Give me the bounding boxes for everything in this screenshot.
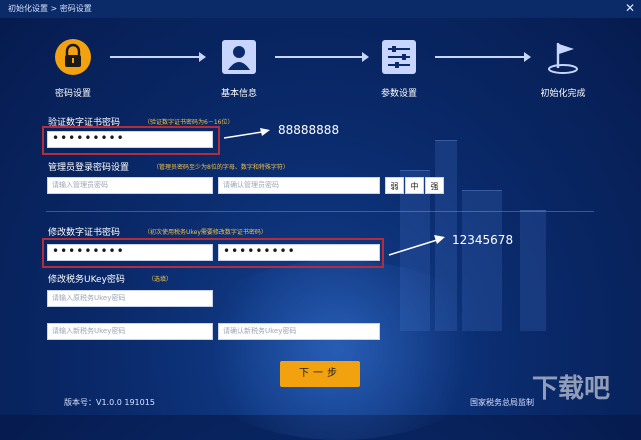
step-label-done: 初始化完成 [540, 89, 586, 99]
window-title: 初始化设置 > 密码设置 [8, 4, 92, 13]
section-divider [46, 211, 594, 212]
step-2-icon-wrap [220, 38, 258, 79]
step-arrow [110, 52, 206, 62]
verify-cert-hint: （验证数字证书密码为6－16位） [144, 119, 234, 126]
annotation-cert-password: 88888888 [278, 123, 340, 137]
flag-icon [548, 43, 578, 74]
step-label-password: 密码设置 [54, 89, 91, 99]
original-ukey-password-input[interactable]: 请输入原税务Ukey密码 [47, 290, 213, 307]
confirm-ukey-password-input[interactable]: 请确认新税务Ukey密码 [218, 323, 380, 340]
next-button[interactable]: 下一步 [280, 361, 360, 387]
admin-password-input[interactable]: 请输入管理员密码 [47, 177, 213, 194]
modify-cert-hint: （初次使用税务Ukey需要修改数字证书密码） [144, 229, 267, 236]
annotation-new-password: 12345678 [452, 233, 514, 247]
step-1-icon-wrap [54, 38, 92, 79]
confirm-cert-password-input[interactable]: ••••••••• [218, 244, 380, 261]
new-cert-password-input[interactable]: ••••••••• [47, 244, 213, 261]
verify-cert-password-input[interactable]: ••••••••• [47, 131, 213, 148]
new-ukey-password-input[interactable]: 请输入新税务Ukey密码 [47, 323, 213, 340]
sliders-icon [382, 40, 416, 74]
id-card-icon [222, 40, 256, 74]
ukey-password-title: 修改税务UKey密码 [48, 275, 125, 285]
version-label: 版本号：V1.0.0 191015 [64, 398, 155, 407]
admin-password-title: 管理员登录密码设置 [48, 163, 130, 173]
title-bar: 初始化设置 > 密码设置 ✕ [0, 0, 641, 18]
ukey-password-hint: （选填） [148, 276, 173, 283]
step-label-params: 参数设置 [380, 89, 417, 99]
annotation-arrow [223, 128, 270, 139]
step-4-icon-wrap [544, 38, 582, 79]
strength-strong: 强 [425, 177, 444, 194]
step-3-icon-wrap [380, 38, 418, 79]
strength-weak: 弱 [385, 177, 404, 194]
admin-password-confirm-input[interactable]: 请确认管理员密码 [218, 177, 380, 194]
background-building [520, 210, 546, 331]
step-arrow [435, 52, 531, 62]
admin-password-hint: （管理员密码至少为8位的字母、数字和特殊字符） [153, 164, 289, 171]
annotation-arrow [388, 235, 445, 256]
strength-medium: 中 [405, 177, 424, 194]
step-arrow [275, 52, 369, 62]
close-icon[interactable]: ✕ [623, 1, 637, 15]
step-label-basic-info: 基本信息 [220, 89, 257, 99]
supervisor-label: 国家税务总局监制 [470, 398, 534, 407]
modify-cert-title: 修改数字证书密码 [48, 228, 121, 238]
watermark-logo: 下载吧 [532, 374, 611, 404]
lock-icon [55, 39, 91, 75]
